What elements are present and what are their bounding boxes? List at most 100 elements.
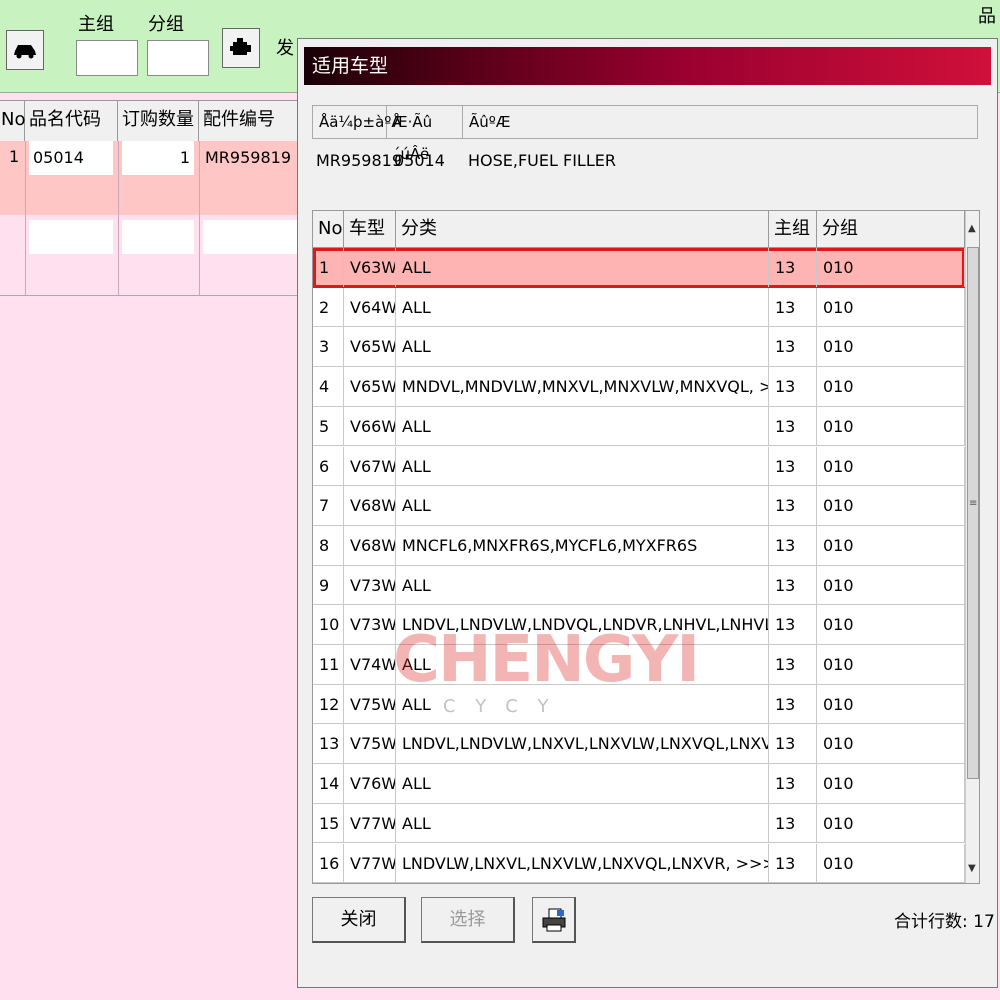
- info-col-name: ÃûºÆ: [469, 113, 511, 131]
- grip-icon: ≡: [969, 498, 978, 509]
- bg-row-code[interactable]: 05014: [29, 141, 113, 175]
- close-button[interactable]: 关闭: [312, 897, 406, 943]
- grid-col-class: 分类: [396, 211, 769, 247]
- engine-icon: [230, 38, 251, 55]
- row-model: V65W: [344, 327, 396, 367]
- main-group-label: 主组: [78, 14, 114, 35]
- row-main-group: 13: [769, 843, 817, 883]
- table-row[interactable]: 5 V66W ALL 13 010: [313, 406, 965, 447]
- table-row[interactable]: 14 V76W ALL 13 010: [313, 764, 965, 804]
- row-sub-group: 010: [817, 525, 965, 565]
- bg-empty-part[interactable]: [203, 220, 300, 254]
- table-row[interactable]: 6 V67W ALL 13 010: [313, 446, 965, 487]
- row-sub-group: 010: [817, 446, 965, 486]
- grid-col-main-group: 主组: [769, 211, 817, 247]
- grid-header: No 车型 分类 主组 分组: [313, 211, 965, 248]
- row-model: V65W: [344, 367, 396, 407]
- row-class: ALL: [396, 406, 769, 446]
- part-info-header: Åä¼þ±àºÅ Æ·Ãû´úÂë ÃûºÆ: [312, 105, 978, 163]
- models-grid: No 车型 分类 主组 分组 1 V63W ALL 13 010 2 V64W ALL 13 01…: [312, 210, 980, 884]
- row-sub-group: 010: [817, 684, 965, 724]
- row-model: V73W: [344, 605, 396, 645]
- row-main-group: 13: [769, 645, 817, 684]
- scroll-up-icon[interactable]: ▲: [968, 223, 976, 234]
- main-group-input[interactable]: [76, 40, 138, 76]
- row-sub-group: 010: [817, 287, 965, 327]
- row-no: 14: [313, 764, 344, 804]
- row-sub-group: 010: [817, 565, 965, 605]
- row-main-group: 13: [769, 724, 817, 764]
- row-model: V75W: [344, 684, 396, 724]
- print-button[interactable]: [532, 897, 576, 943]
- car-icon-button[interactable]: [6, 30, 44, 70]
- row-model: V68W: [344, 525, 396, 565]
- row-main-group: 13: [769, 486, 817, 526]
- bg-col-qty: 订购数量: [118, 101, 199, 141]
- info-code: 05014: [394, 151, 445, 170]
- scroll-thumb[interactable]: ≡: [967, 247, 979, 779]
- row-sub-group: 010: [817, 803, 965, 843]
- bg-col-code: 品名代码: [25, 101, 118, 141]
- table-row[interactable]: 15 V77W ALL 13 010: [313, 803, 965, 844]
- row-class: ALL: [396, 248, 769, 287]
- row-model: V63W: [344, 248, 396, 287]
- table-row[interactable]: 16 V77W LNDVLW,LNXVL,LNXVLW,LNXVQL,LNXVR, …: [313, 843, 965, 883]
- table-row[interactable]: 1 V63W ALL 13 010: [313, 248, 965, 288]
- table-row[interactable]: 9 V73W ALL 13 010: [313, 565, 965, 606]
- row-model: V76W: [344, 764, 396, 804]
- row-no: 1: [313, 248, 344, 287]
- grid-col-model: 车型: [344, 211, 396, 247]
- row-class: ALL: [396, 287, 769, 327]
- grid-col-sub-group: 分组: [817, 211, 965, 247]
- row-model: V67W: [344, 446, 396, 486]
- info-col-code: Æ·Ãû´úÂë: [387, 106, 463, 163]
- row-model: V77W: [344, 843, 396, 883]
- background-table-empty-row: [0, 215, 300, 296]
- row-no: 9: [313, 565, 344, 605]
- row-model: V77W: [344, 803, 396, 843]
- row-main-group: 13: [769, 525, 817, 565]
- info-name: HOSE,FUEL FILLER: [468, 151, 616, 170]
- info-col-part-no: Åä¼þ±àºÅ: [313, 106, 402, 138]
- row-sub-group: 010: [817, 764, 965, 804]
- select-button[interactable]: 选择: [421, 897, 515, 943]
- row-model: V73W: [344, 565, 396, 605]
- row-class: ALL: [396, 486, 769, 526]
- row-no: 10: [313, 605, 344, 645]
- row-main-group: 13: [769, 565, 817, 605]
- row-class: MNCFL6,MNXFR6S,MYCFL6,MYXFR6S: [396, 525, 769, 565]
- grid-scrollbar[interactable]: ▲ ≡ ▼: [965, 211, 979, 883]
- row-no: 16: [313, 843, 344, 883]
- table-row[interactable]: 2 V64W ALL 13 010: [313, 287, 965, 328]
- grid-col-no: No: [313, 211, 344, 247]
- table-row[interactable]: 4V65WMNDVL,MNDVLW,MNXVL,MNXVLW,MNXVQL, >…: [313, 367, 965, 407]
- background-table-row[interactable]: 1 05014 1 MR959819: [0, 141, 300, 215]
- background-table-header: No 品名代码 订购数量 配件编号: [0, 100, 300, 142]
- row-no: 8: [313, 525, 344, 565]
- engine-icon-button[interactable]: [222, 28, 260, 68]
- table-row[interactable]: 8 V68W MNCFL6,MNXFR6S,MYCFL6,MYXFR6S 13 010: [313, 525, 965, 566]
- row-main-group: 13: [769, 803, 817, 843]
- bg-empty-code[interactable]: [29, 220, 113, 254]
- row-model: V74W: [344, 645, 396, 684]
- table-row[interactable]: 3 V65W ALL 13 010: [313, 327, 965, 368]
- row-sub-group: 010: [817, 486, 965, 526]
- dialog-titlebar[interactable]: 适用车型: [304, 47, 991, 85]
- scroll-down-icon[interactable]: ▼: [968, 863, 976, 874]
- row-class: ALL: [396, 446, 769, 486]
- total-rows-label: 合计行数: 17: [894, 912, 995, 932]
- bg-row-qty[interactable]: 1: [122, 141, 194, 175]
- row-sub-group: 010: [817, 605, 965, 645]
- row-no: 5: [313, 406, 344, 446]
- bg-empty-qty[interactable]: [122, 220, 194, 254]
- row-sub-group: 010: [817, 724, 965, 764]
- bg-col-part: 配件编号: [199, 101, 300, 141]
- applicable-models-dialog: 适用车型 Åä¼þ±àºÅ Æ·Ãû´úÂë ÃûºÆ MR959819 050…: [297, 38, 998, 988]
- watermark-text: CHENGYI: [393, 623, 700, 697]
- row-sub-group: 010: [817, 367, 965, 407]
- sub-group-input[interactable]: [147, 40, 209, 76]
- table-row[interactable]: 7 V68W ALL 13 010: [313, 486, 965, 526]
- table-row[interactable]: 13 V75W LNDVL,LNDVLW,LNXVL,LNXVLW,LNXVQL,L…: [313, 724, 965, 765]
- row-sub-group: 010: [817, 327, 965, 367]
- row-class: ALL: [396, 764, 769, 804]
